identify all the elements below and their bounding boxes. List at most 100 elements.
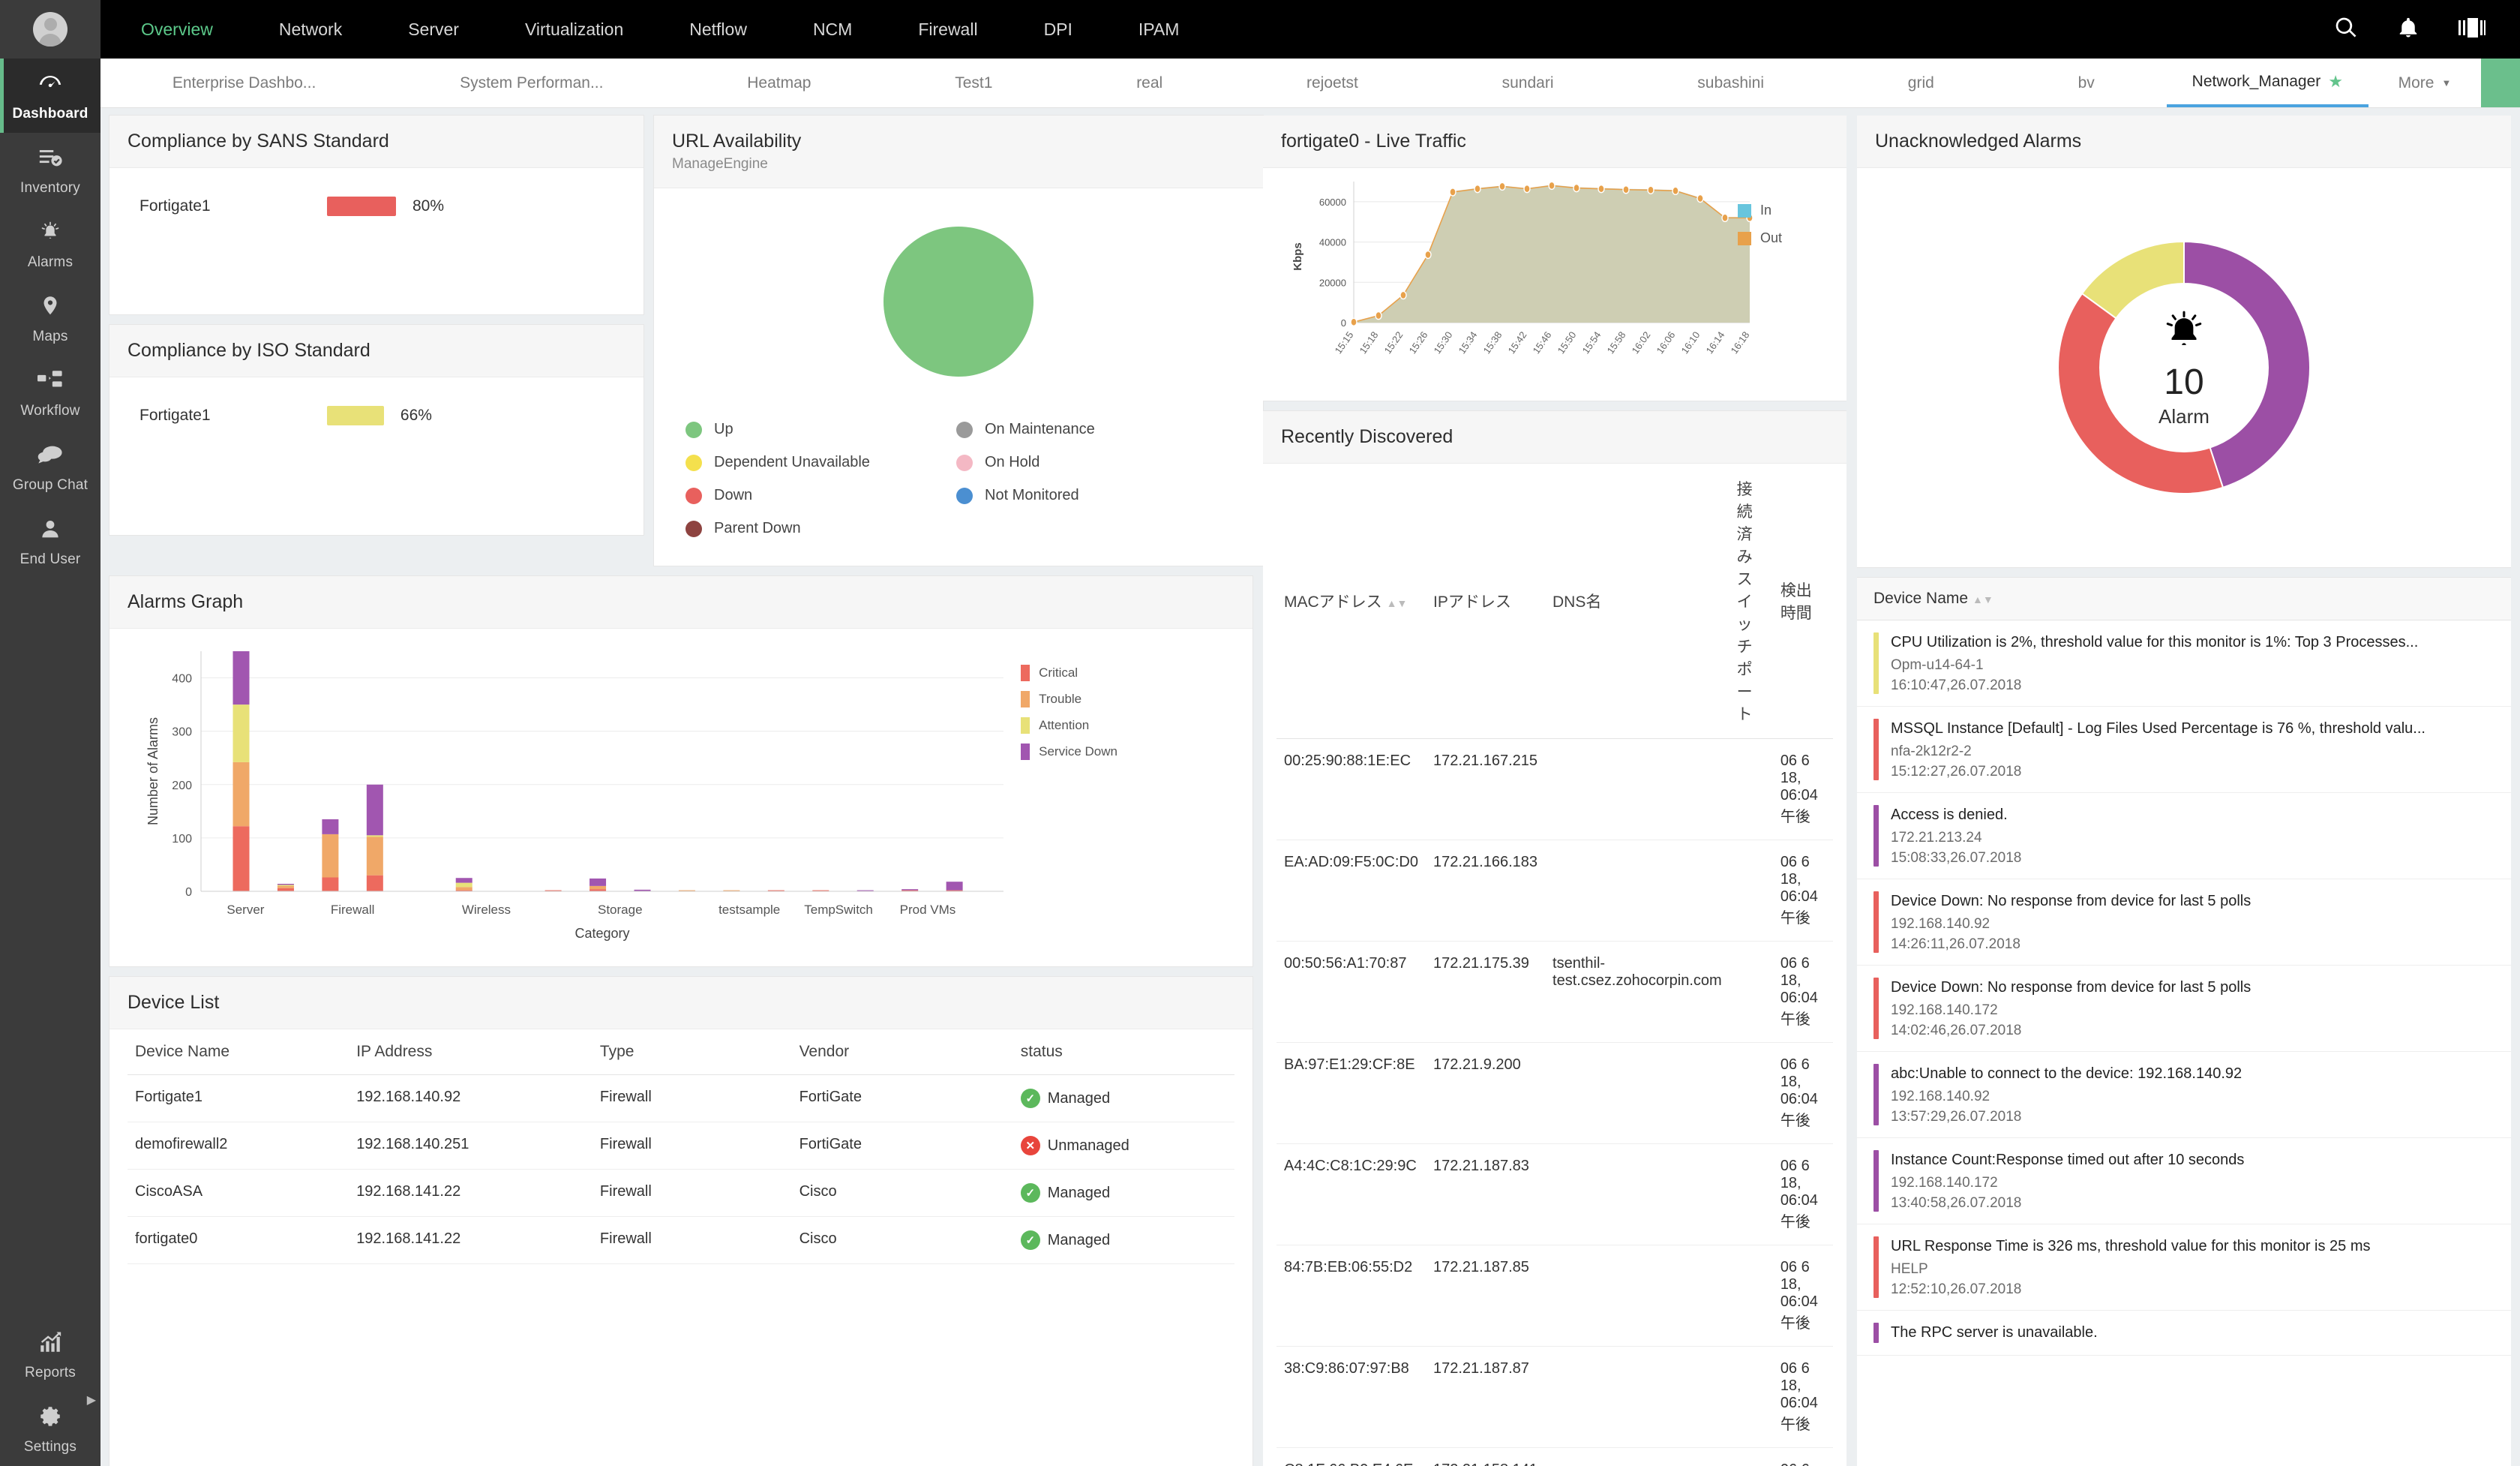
alarms-legend-item[interactable]: Attention xyxy=(1021,717,1118,734)
alarm-list-item[interactable]: The RPC server is unavailable. xyxy=(1857,1311,2511,1356)
top-bar-icons xyxy=(2334,16,2520,44)
alarm-list-item[interactable]: Instance Count:Response timed out after … xyxy=(1857,1138,2511,1224)
legend-color-dot xyxy=(956,421,973,438)
table-row[interactable]: CiscoASA 192.168.141.22 Firewall Cisco ✓ Mana… xyxy=(128,1169,1234,1217)
sidebar-item-end-user[interactable]: End User xyxy=(0,504,100,578)
inventory-icon xyxy=(0,145,100,175)
alarm-list-item[interactable]: Device Down: No response from device for… xyxy=(1857,966,2511,1052)
table-row[interactable]: 38:C9:86:07:97:B8 172.21.187.87 06 6 18, 0… xyxy=(1276,1346,1833,1448)
card-body: 10 Alarm xyxy=(1857,168,2511,567)
card-title: Recently Discovered xyxy=(1281,426,1454,447)
column-header-1[interactable]: IPアドレス xyxy=(1425,464,1546,739)
dashboard-tab-more[interactable]: More ▼ xyxy=(2368,59,2481,107)
alarm-message: MSSQL Instance [Default] - Log Files Use… xyxy=(1891,720,2426,737)
topnav-item-network[interactable]: Network xyxy=(246,0,375,59)
sort-icon[interactable]: ▲▼ xyxy=(1387,597,1408,609)
url-legend-item[interactable]: On Maintenance xyxy=(956,421,1227,438)
url-legend-item[interactable]: Down xyxy=(686,487,956,504)
table-row[interactable]: A4:4C:C8:1C:29:9C 172.21.187.83 06 6 18, 0… xyxy=(1276,1143,1833,1245)
table-row[interactable]: EA:AD:09:F5:0C:D0 172.21.166.183 06 6 18, … xyxy=(1276,840,1833,942)
dashboard-tab-test1[interactable]: Test1 xyxy=(883,59,1064,107)
sidebar-item-workflow[interactable]: Workflow xyxy=(0,356,100,430)
alarms-legend-item[interactable]: Critical xyxy=(1021,665,1118,681)
dashboard-tab-rejoetst[interactable]: rejoetst xyxy=(1234,59,1430,107)
add-tab-button[interactable] xyxy=(2481,59,2520,107)
dashboard-tab-subashini[interactable]: subashini xyxy=(1625,59,1836,107)
sidebar-item-maps[interactable]: Maps xyxy=(0,281,100,356)
sidebar-item-inventory[interactable]: Inventory xyxy=(0,133,100,207)
sidebar-expand-arrow[interactable]: ▶ xyxy=(87,1392,96,1407)
table-row[interactable]: demofirewall2 192.168.140.251 Firewall Fort… xyxy=(128,1122,1234,1170)
alarm-list-item[interactable]: URL Response Time is 326 ms, threshold v… xyxy=(1857,1224,2511,1311)
dashboard-tab-network-manager[interactable]: Network_Manager ★ xyxy=(2166,59,2368,107)
live-traffic-chart[interactable]: 0 20000 40000 60000 Kbps 15:15 15:18 15:22 15:26… xyxy=(1263,168,1846,380)
sidebar-item-dashboard[interactable]: Dashboard xyxy=(0,59,100,133)
table-row[interactable]: Fortigate1 192.168.140.92 Firewall FortiGat… xyxy=(128,1074,1234,1122)
dashboard-tab-system-performan[interactable]: System Performan... xyxy=(388,59,675,107)
table-row[interactable]: 00:50:56:A1:70:87 172.21.175.39 tsenthil-t… xyxy=(1276,941,1833,1043)
topnav-item-ncm[interactable]: NCM xyxy=(780,0,885,59)
notification-bell-icon[interactable] xyxy=(2397,16,2420,44)
traffic-legend-item[interactable]: Out xyxy=(1737,230,1782,246)
layout-widgets-icon[interactable] xyxy=(2458,17,2486,43)
topnav-item-overview[interactable]: Overview xyxy=(108,0,246,59)
column-header-0[interactable]: MACアドレス ▲▼ xyxy=(1276,464,1426,739)
column-header-2[interactable]: Type xyxy=(592,1029,792,1075)
alarm-list-item[interactable]: CPU Utilization is 2%, threshold value f… xyxy=(1857,620,2511,707)
topnav-item-server[interactable]: Server xyxy=(375,0,492,59)
dashboard-tab-enterprise-dashbo[interactable]: Enterprise Dashbo... xyxy=(100,59,388,107)
traffic-legend-item[interactable]: In xyxy=(1737,203,1782,218)
sidebar-item-group-chat[interactable]: Group Chat xyxy=(0,430,100,504)
url-availability-bubble-chart[interactable] xyxy=(672,193,1245,410)
table-row[interactable]: 00:25:90:88:1E:EC 172.21.167.215 06 6 18, … xyxy=(1276,738,1833,840)
table-row[interactable]: 84:7B:EB:06:55:D2 172.21.187.85 06 6 18, 0… xyxy=(1276,1245,1833,1347)
alarm-list-item[interactable]: MSSQL Instance [Default] - Log Files Use… xyxy=(1857,707,2511,793)
avatar[interactable] xyxy=(0,0,100,59)
topnav-item-dpi[interactable]: DPI xyxy=(1011,0,1106,59)
alarm-list-header[interactable]: Device Name ▲▼ xyxy=(1857,578,2511,620)
url-legend-item[interactable]: Up xyxy=(686,421,956,438)
cell-vendor: FortiGate xyxy=(791,1122,1013,1170)
sidebar-item-settings[interactable]: Settings xyxy=(0,1392,100,1466)
dashboard-tab-grid[interactable]: grid xyxy=(1836,59,2006,107)
column-header-3[interactable]: 接続済みスイッチポート xyxy=(1729,464,1773,739)
topnav-item-ipam[interactable]: IPAM xyxy=(1106,0,1213,59)
chevron-down-icon[interactable]: ▼ xyxy=(2441,77,2451,89)
column-header-3[interactable]: Vendor xyxy=(791,1029,1013,1075)
dashboard-tab-sundari[interactable]: sundari xyxy=(1430,59,1626,107)
column-header-4[interactable]: status xyxy=(1012,1029,1234,1075)
url-legend-item[interactable]: Not Monitored xyxy=(956,487,1227,504)
alarms-legend-item[interactable]: Service Down xyxy=(1021,744,1118,760)
alarm-list-item[interactable]: abc:Unable to connect to the device: 192… xyxy=(1857,1052,2511,1138)
alarm-list-item[interactable]: Access is denied. 172.21.213.24 15:08:33,2… xyxy=(1857,793,2511,879)
url-legend-item[interactable]: Dependent Unavailable xyxy=(686,454,956,471)
sidebar-item-reports[interactable]: Reports xyxy=(0,1317,100,1392)
column-header-4[interactable]: 検出時間 xyxy=(1772,464,1833,739)
column-header-1[interactable]: IP Address xyxy=(349,1029,592,1075)
search-icon[interactable] xyxy=(2334,16,2358,44)
url-legend-item[interactable]: On Hold xyxy=(956,454,1227,471)
url-availability-legend: Up On Maintenance Dependent Unavailable On … xyxy=(672,410,1245,542)
alarms-legend-item[interactable]: Trouble xyxy=(1021,691,1118,707)
sidebar-item-alarms[interactable]: Alarms xyxy=(0,207,100,281)
topnav-item-firewall[interactable]: Firewall xyxy=(885,0,1010,59)
column-header-2[interactable]: DNS名 xyxy=(1545,464,1730,739)
topnav-item-virtualization[interactable]: Virtualization xyxy=(492,0,656,59)
table-row[interactable]: fortigate0 192.168.141.22 Firewall Cisco ✓ Ma… xyxy=(128,1216,1234,1264)
alarms-graph-card: Alarms Graph 0 100 200 300 400 Server Firewall… xyxy=(110,576,1252,966)
topnav-item-netflow[interactable]: Netflow xyxy=(656,0,780,59)
column-header-0[interactable]: Device Name xyxy=(128,1029,350,1075)
favorite-star-icon[interactable]: ★ xyxy=(2328,72,2343,92)
alarm-list-item[interactable]: Device Down: No response from device for… xyxy=(1857,879,2511,966)
svg-text:15:50: 15:50 xyxy=(1556,329,1579,356)
table-row[interactable]: BA:97:E1:29:CF:8E 172.21.9.200 06 6 18, 06… xyxy=(1276,1042,1833,1144)
url-legend-item[interactable]: Parent Down xyxy=(686,520,956,537)
sort-icon[interactable]: ▲▼ xyxy=(1972,593,1994,605)
alarm-bell-icon xyxy=(0,219,100,249)
dashboard-tab-real[interactable]: real xyxy=(1064,59,1234,107)
up-bubble[interactable] xyxy=(884,227,1034,377)
table-row[interactable]: C8:1F:66:B0:E4:6E172.21.158.141 06 6 18, … xyxy=(1276,1447,1833,1466)
dashboard-tab-bv[interactable]: bv xyxy=(2006,59,2167,107)
alarm-timestamp: 12:52:10,26.07.2018 xyxy=(1891,1281,2022,1297)
dashboard-tab-heatmap[interactable]: Heatmap xyxy=(675,59,883,107)
